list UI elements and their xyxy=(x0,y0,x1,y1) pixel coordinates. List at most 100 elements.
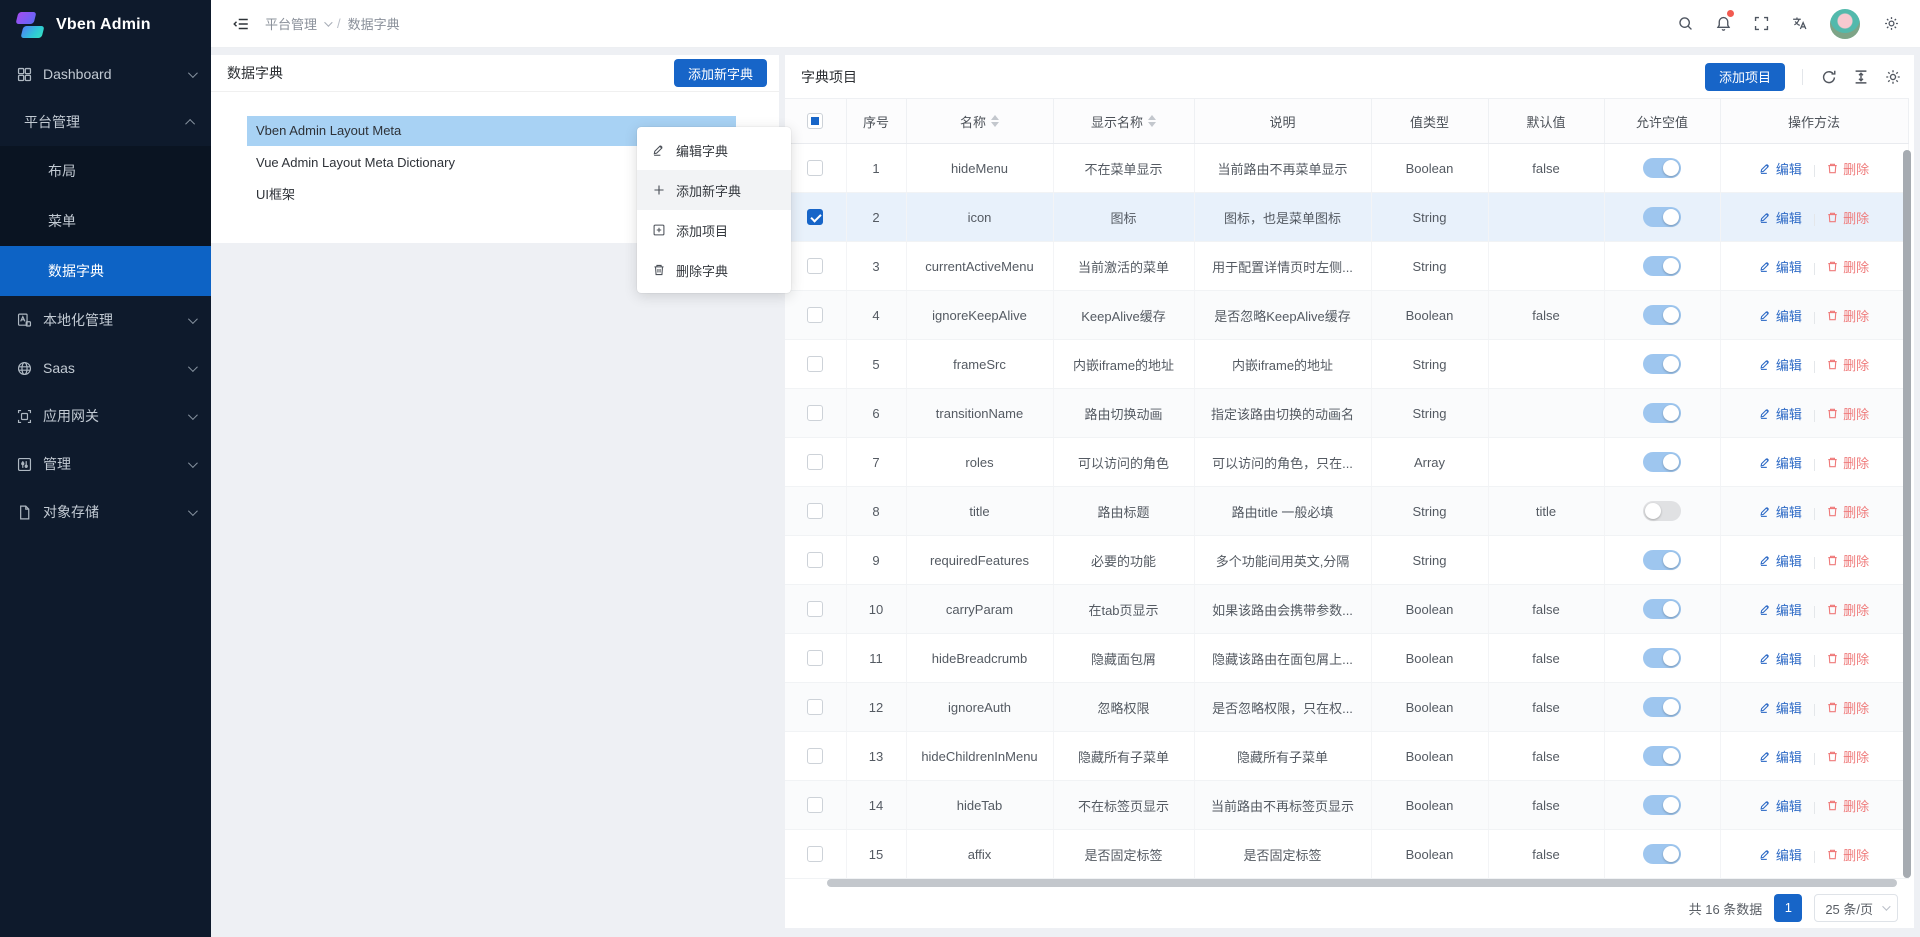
allow-empty-toggle[interactable] xyxy=(1643,305,1681,325)
edit-button[interactable]: 编辑 xyxy=(1759,747,1802,766)
table-row[interactable]: 4 ignoreKeepAlive KeepAlive缓存 是否忽略KeepAl… xyxy=(785,291,1908,340)
sidebar-item-object-storage[interactable]: 对象存储 xyxy=(0,488,211,536)
row-checkbox[interactable] xyxy=(807,258,823,274)
edit-button[interactable]: 编辑 xyxy=(1759,453,1802,472)
breadcrumb-item[interactable]: 平台管理 xyxy=(265,14,317,33)
edit-button[interactable]: 编辑 xyxy=(1759,649,1802,668)
table-row[interactable]: 9 requiredFeatures 必要的功能 多个功能间用英文,分隔 Str… xyxy=(785,536,1908,585)
vertical-scrollbar[interactable] xyxy=(1903,150,1911,878)
table-row[interactable]: 5 frameSrc 内嵌iframe的地址 内嵌iframe的地址 Strin… xyxy=(785,340,1908,389)
edit-button[interactable]: 编辑 xyxy=(1759,306,1802,325)
row-checkbox[interactable] xyxy=(807,846,823,862)
allow-empty-toggle[interactable] xyxy=(1643,256,1681,276)
context-menu-delete-dictionary[interactable]: 删除字典 xyxy=(637,250,791,290)
allow-empty-toggle[interactable] xyxy=(1643,158,1681,178)
fullscreen-button[interactable] xyxy=(1742,0,1780,48)
allow-empty-toggle[interactable] xyxy=(1643,354,1681,374)
delete-button[interactable]: 删除 xyxy=(1826,502,1869,521)
delete-button[interactable]: 删除 xyxy=(1826,355,1869,374)
delete-button[interactable]: 删除 xyxy=(1826,649,1869,668)
edit-button[interactable]: 编辑 xyxy=(1759,159,1802,178)
allow-empty-toggle[interactable] xyxy=(1643,795,1681,815)
table-row[interactable]: 1 hideMenu 不在菜单显示 当前路由不再菜单显示 Boolean fal… xyxy=(785,144,1908,193)
sidebar-item-platform-management[interactable]: 平台管理 xyxy=(0,98,211,146)
table-row[interactable]: 7 roles 可以访问的角色 可以访问的角色，只在... Array 编辑 删… xyxy=(785,438,1908,487)
allow-empty-toggle[interactable] xyxy=(1643,501,1681,521)
delete-button[interactable]: 删除 xyxy=(1826,796,1869,815)
allow-empty-toggle[interactable] xyxy=(1643,599,1681,619)
context-menu-edit-dictionary[interactable]: 编辑字典 xyxy=(637,130,791,170)
page-size-select[interactable]: 25 条/页 xyxy=(1814,894,1898,922)
row-checkbox[interactable] xyxy=(807,405,823,421)
allow-empty-toggle[interactable] xyxy=(1643,697,1681,717)
delete-button[interactable]: 删除 xyxy=(1826,747,1869,766)
sidebar-item-saas[interactable]: Saas xyxy=(0,344,211,392)
column-settings-button[interactable] xyxy=(1884,68,1902,86)
row-checkbox[interactable] xyxy=(807,699,823,715)
delete-button[interactable]: 删除 xyxy=(1826,453,1869,472)
edit-button[interactable]: 编辑 xyxy=(1759,600,1802,619)
search-button[interactable] xyxy=(1666,0,1704,48)
delete-button[interactable]: 删除 xyxy=(1826,159,1869,178)
delete-button[interactable]: 删除 xyxy=(1826,551,1869,570)
row-checkbox[interactable] xyxy=(807,552,823,568)
delete-button[interactable]: 删除 xyxy=(1826,845,1869,864)
table-row[interactable]: 6 transitionName 路由切换动画 指定该路由切换的动画名 Stri… xyxy=(785,389,1908,438)
sidebar-collapse-button[interactable] xyxy=(225,0,257,48)
row-checkbox[interactable] xyxy=(807,650,823,666)
allow-empty-toggle[interactable] xyxy=(1643,207,1681,227)
notifications-button[interactable] xyxy=(1704,0,1742,48)
allow-empty-toggle[interactable] xyxy=(1643,550,1681,570)
table-row[interactable]: 11 hideBreadcrumb 隐藏面包屑 隐藏该路由在面包屑上... Bo… xyxy=(785,634,1908,683)
app-logo[interactable]: Vben Admin xyxy=(0,0,211,50)
table-row[interactable]: 15 affix 是否固定标签 是否固定标签 Boolean false 编辑 … xyxy=(785,830,1908,879)
sidebar-item-menu[interactable]: 菜单 xyxy=(0,196,211,246)
allow-empty-toggle[interactable] xyxy=(1643,403,1681,423)
table-row[interactable]: 3 currentActiveMenu 当前激活的菜单 用于配置详情页时左侧..… xyxy=(785,242,1908,291)
sidebar-item-layout[interactable]: 布局 xyxy=(0,146,211,196)
context-menu-add-dictionary[interactable]: 添加新字典 xyxy=(637,170,791,210)
sidebar-item-data-dictionary[interactable]: 数据字典 xyxy=(0,246,211,296)
column-header-display-name[interactable]: 显示名称 xyxy=(1053,99,1194,144)
edit-button[interactable]: 编辑 xyxy=(1759,551,1802,570)
edit-button[interactable]: 编辑 xyxy=(1759,845,1802,864)
context-menu-add-item[interactable]: 添加项目 xyxy=(637,210,791,250)
edit-button[interactable]: 编辑 xyxy=(1759,208,1802,227)
edit-button[interactable]: 编辑 xyxy=(1759,257,1802,276)
sidebar-item-localization[interactable]: 本地化管理 xyxy=(0,296,211,344)
sort-icons[interactable] xyxy=(991,115,999,127)
allow-empty-toggle[interactable] xyxy=(1643,648,1681,668)
delete-button[interactable]: 删除 xyxy=(1826,306,1869,325)
row-checkbox[interactable] xyxy=(807,160,823,176)
row-checkbox[interactable] xyxy=(807,503,823,519)
sidebar-item-dashboard[interactable]: Dashboard xyxy=(0,50,211,98)
horizontal-scrollbar[interactable] xyxy=(827,879,1897,887)
add-dictionary-button[interactable]: 添加新字典 xyxy=(674,59,767,87)
page-1-button[interactable]: 1 xyxy=(1774,894,1802,922)
add-item-button[interactable]: 添加项目 xyxy=(1705,63,1785,91)
row-checkbox[interactable] xyxy=(807,601,823,617)
edit-button[interactable]: 编辑 xyxy=(1759,502,1802,521)
row-checkbox[interactable] xyxy=(807,307,823,323)
table-row[interactable]: 12 ignoreAuth 忽略权限 是否忽略权限，只在权... Boolean… xyxy=(785,683,1908,732)
row-height-button[interactable] xyxy=(1852,68,1870,86)
edit-button[interactable]: 编辑 xyxy=(1759,698,1802,717)
allow-empty-toggle[interactable] xyxy=(1643,844,1681,864)
table-row[interactable]: 2 icon 图标 图标，也是菜单图标 String 编辑 删除 xyxy=(785,193,1908,242)
sidebar-item-app-gateway[interactable]: 应用网关 xyxy=(0,392,211,440)
table-row[interactable]: 14 hideTab 不在标签页显示 当前路由不再标签页显示 Boolean f… xyxy=(785,781,1908,830)
edit-button[interactable]: 编辑 xyxy=(1759,404,1802,423)
column-header-name[interactable]: 名称 xyxy=(906,99,1053,144)
row-checkbox[interactable] xyxy=(807,356,823,372)
row-checkbox[interactable] xyxy=(807,797,823,813)
edit-button[interactable]: 编辑 xyxy=(1759,355,1802,374)
delete-button[interactable]: 删除 xyxy=(1826,208,1869,227)
user-avatar[interactable] xyxy=(1830,9,1860,39)
allow-empty-toggle[interactable] xyxy=(1643,452,1681,472)
row-checkbox[interactable] xyxy=(807,209,823,225)
sort-icons[interactable] xyxy=(1148,115,1156,127)
delete-button[interactable]: 删除 xyxy=(1826,600,1869,619)
settings-button[interactable] xyxy=(1872,0,1910,48)
allow-empty-toggle[interactable] xyxy=(1643,746,1681,766)
table-row[interactable]: 8 title 路由标题 路由title 一般必填 String title 编… xyxy=(785,487,1908,536)
